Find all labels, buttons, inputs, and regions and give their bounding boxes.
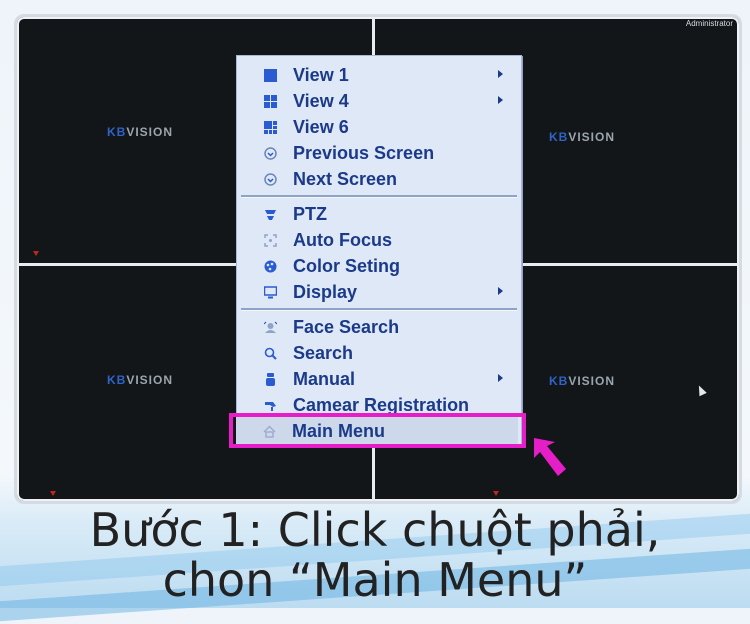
channel-logo: KBVISION: [549, 130, 616, 144]
previous-screen-icon: [263, 146, 277, 160]
channel-logo: KBVISION: [107, 373, 174, 387]
menu-item-display[interactable]: Display: [237, 279, 521, 305]
highlight-box: [229, 413, 526, 448]
next-screen-icon: [263, 172, 277, 186]
menu-item-manual[interactable]: Manual: [237, 366, 521, 392]
submenu-arrow-icon: [498, 96, 503, 104]
channel-logo: KBVISION: [549, 374, 616, 388]
caption-line-1: Bước 1: Click chuột phải,: [89, 503, 661, 557]
auto-focus-icon: [263, 233, 277, 247]
record-marker-icon: [33, 251, 39, 256]
menu-item-next-screen[interactable]: Next Screen: [237, 166, 521, 192]
channel-logo: KBVISION: [107, 125, 174, 139]
record-marker-icon: [493, 491, 499, 496]
quad-view-icon: [263, 94, 277, 108]
menu-item-view-1[interactable]: View 1: [237, 62, 521, 88]
ptz-icon: [263, 207, 277, 221]
menu-item-auto-focus[interactable]: Auto Focus: [237, 227, 521, 253]
face-search-icon: [263, 320, 277, 334]
manual-icon: [263, 372, 277, 386]
menu-item-face-search[interactable]: Face Search: [237, 314, 521, 340]
menu-item-view-4[interactable]: View 4: [237, 88, 521, 114]
menu-separator: [241, 195, 517, 198]
caption-line-2: chon “Main Menu”: [162, 553, 588, 607]
single-view-icon: [263, 68, 277, 82]
pointer-arrow-icon: [534, 438, 566, 476]
menu-item-color-setting[interactable]: Color Seting: [237, 253, 521, 279]
menu-item-search[interactable]: Search: [237, 340, 521, 366]
record-marker-icon: [50, 491, 56, 496]
submenu-arrow-icon: [498, 287, 503, 295]
display-icon: [263, 285, 277, 299]
context-menu: View 1 View 4 View 6 Previous Screen Nex…: [236, 55, 522, 447]
search-icon: [263, 346, 277, 360]
menu-item-previous-screen[interactable]: Previous Screen: [237, 140, 521, 166]
menu-separator: [241, 308, 517, 311]
user-label: Administrator: [685, 19, 733, 28]
six-view-icon: [263, 120, 277, 134]
submenu-arrow-icon: [498, 374, 503, 382]
menu-item-view-6[interactable]: View 6: [237, 114, 521, 140]
menu-item-ptz[interactable]: PTZ: [237, 201, 521, 227]
camera-registration-icon: [263, 398, 277, 412]
submenu-arrow-icon: [498, 70, 503, 78]
color-setting-icon: [263, 259, 277, 273]
